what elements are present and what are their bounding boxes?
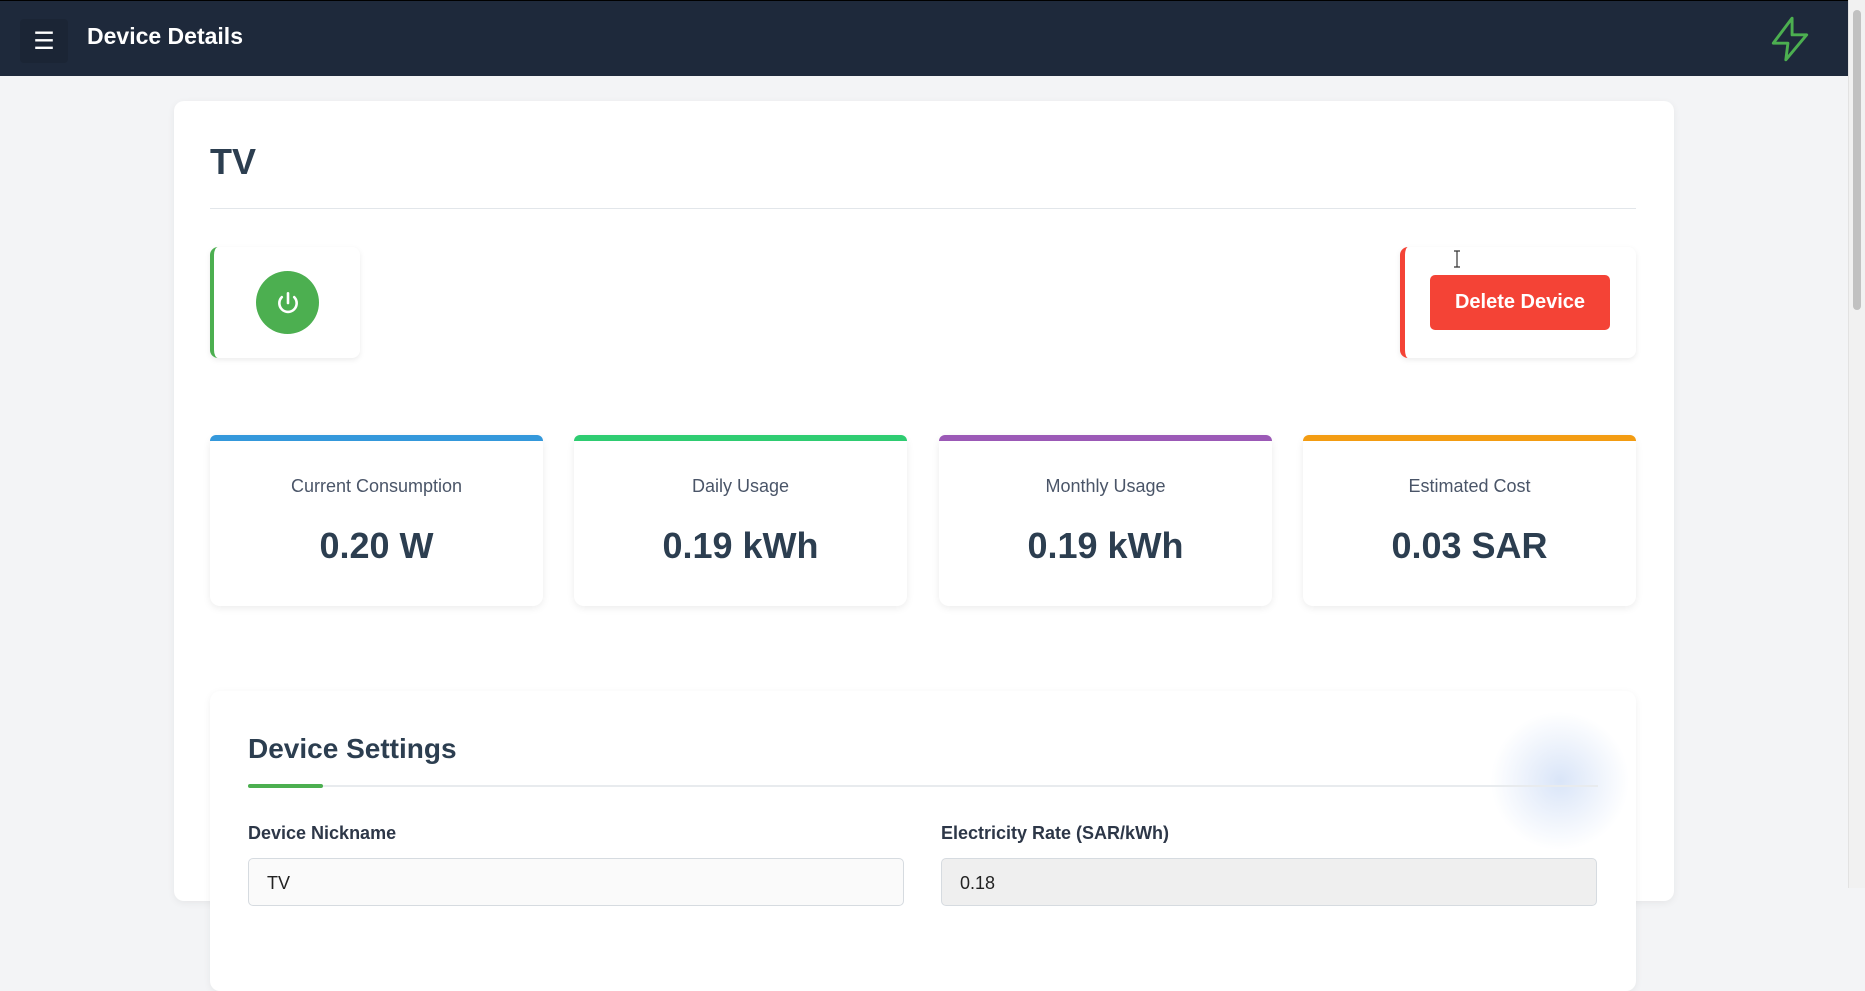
top-navbar: ☰ Device Details	[0, 0, 1848, 76]
stat-value: 0.20 W	[319, 525, 434, 566]
stat-label: Estimated Cost	[1408, 476, 1531, 496]
decorative-glow	[1490, 711, 1630, 851]
stat-label: Monthly Usage	[1045, 476, 1166, 496]
stat-accent-bar	[1303, 435, 1636, 441]
power-icon	[277, 291, 298, 313]
heading-divider	[210, 208, 1636, 209]
device-name-heading: TV	[210, 141, 257, 182]
stat-accent-bar	[574, 435, 907, 441]
hamburger-menu-icon: ☰	[33, 27, 55, 55]
stat-value: 0.03 SAR	[1391, 525, 1548, 566]
settings-divider-accent	[248, 784, 323, 788]
lightning-bolt-icon	[1771, 16, 1809, 62]
rate-input[interactable]: 0.18	[941, 858, 1597, 906]
text-cursor-icon	[1454, 250, 1460, 268]
stat-value: 0.19 kWh	[1027, 525, 1184, 566]
delete-device-button[interactable]: Delete Device	[1430, 275, 1610, 330]
settings-divider	[248, 785, 1598, 787]
delete-panel: Delete Device	[1400, 247, 1636, 358]
stat-accent-bar	[939, 435, 1272, 441]
stat-card-estimated-cost: Estimated Cost 0.03 SAR	[1303, 435, 1636, 606]
stat-card-monthly-usage: Monthly Usage 0.19 kWh	[939, 435, 1272, 606]
power-control-panel	[210, 247, 360, 358]
stat-label: Daily Usage	[691, 476, 790, 496]
settings-title: Device Settings	[248, 733, 457, 764]
device-settings-section: Device Settings Device Nickname TV Elect…	[210, 691, 1636, 991]
stat-card-current-consumption: Current Consumption 0.20 W	[210, 435, 543, 606]
scrollbar-thumb[interactable]	[1853, 10, 1861, 310]
stat-value: 0.19 kWh	[662, 525, 819, 566]
power-toggle-button[interactable]	[256, 271, 319, 334]
menu-button[interactable]: ☰	[20, 19, 68, 63]
page-title: Device Details	[87, 23, 243, 49]
stat-card-daily-usage: Daily Usage 0.19 kWh	[574, 435, 907, 606]
rate-label: Electricity Rate (SAR/kWh)	[941, 823, 1170, 843]
stat-accent-bar	[210, 435, 543, 441]
scrollbar[interactable]	[1848, 0, 1865, 888]
nickname-input[interactable]: TV	[248, 858, 904, 906]
nickname-label: Device Nickname	[248, 823, 397, 843]
device-details-card: TV Delete Device Current Consumption 0.2…	[174, 101, 1674, 991]
stat-label: Current Consumption	[290, 476, 463, 496]
